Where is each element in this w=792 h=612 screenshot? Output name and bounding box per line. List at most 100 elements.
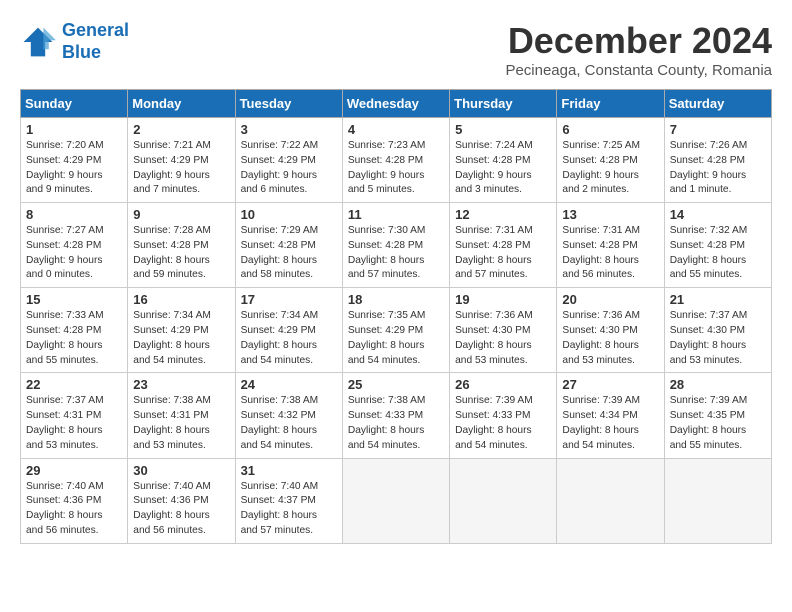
day-number: 21	[670, 292, 766, 307]
day-number: 30	[133, 463, 229, 478]
calendar-week-row: 22 Sunrise: 7:37 AMSunset: 4:31 PMDayligh…	[21, 373, 772, 458]
day-info: Sunrise: 7:35 AMSunset: 4:29 PMDaylight:…	[348, 309, 444, 368]
calendar-day-cell: 28 Sunrise: 7:39 AMSunset: 4:35 PMDayligh…	[664, 373, 771, 458]
calendar-day-cell: 7 Sunrise: 7:26 AMSunset: 4:28 PMDaylight…	[664, 118, 771, 203]
calendar-day-cell: 26Sunrise: 7:39 AMSunset: 4:33 PMDayligh…	[450, 373, 557, 458]
day-number: 31	[241, 463, 337, 478]
day-number: 24	[241, 377, 337, 392]
weekday-header-cell: Saturday	[664, 90, 771, 118]
day-number: 22	[26, 377, 122, 392]
calendar-day-cell: 24 Sunrise: 7:38 AMSunset: 4:32 PMDayligh…	[235, 373, 342, 458]
day-number: 29	[26, 463, 122, 478]
calendar-day-cell: 18 Sunrise: 7:35 AMSunset: 4:29 PMDayligh…	[342, 288, 449, 373]
day-number: 23	[133, 377, 229, 392]
location-subtitle: Pecineaga, Constanta County, Romania	[505, 62, 772, 79]
day-info: Sunrise: 7:38 AMSunset: 4:31 PMDaylight:…	[133, 394, 229, 453]
day-info: Sunrise: 7:25 AMSunset: 4:28 PMDaylight:…	[562, 139, 658, 198]
day-info: Sunrise: 7:20 AMSunset: 4:29 PMDaylight:…	[26, 139, 122, 198]
day-info: Sunrise: 7:28 AMSunset: 4:28 PMDaylight:…	[133, 224, 229, 283]
weekday-header-cell: Wednesday	[342, 90, 449, 118]
calendar-day-cell: 23 Sunrise: 7:38 AMSunset: 4:31 PMDayligh…	[128, 373, 235, 458]
weekday-header-cell: Tuesday	[235, 90, 342, 118]
day-number: 1	[26, 122, 122, 137]
logo-line1: General	[62, 20, 129, 40]
calendar-day-cell: 19 Sunrise: 7:36 AMSunset: 4:30 PMDayligh…	[450, 288, 557, 373]
day-info: Sunrise: 7:31 AMSunset: 4:28 PMDaylight:…	[455, 224, 551, 283]
day-number: 27	[562, 377, 658, 392]
day-number: 3	[241, 122, 337, 137]
weekday-header-cell: Monday	[128, 90, 235, 118]
calendar-day-cell: 15Sunrise: 7:33 AMSunset: 4:28 PMDayligh…	[21, 288, 128, 373]
day-info: Sunrise: 7:22 AMSunset: 4:29 PMDaylight:…	[241, 139, 337, 198]
day-info: Sunrise: 7:34 AMSunset: 4:29 PMDaylight:…	[133, 309, 229, 368]
day-number: 18	[348, 292, 444, 307]
calendar-day-cell: 1 Sunrise: 7:20 AMSunset: 4:29 PMDaylight…	[21, 118, 128, 203]
day-number: 10	[241, 207, 337, 222]
calendar-day-cell: 4 Sunrise: 7:23 AMSunset: 4:28 PMDaylight…	[342, 118, 449, 203]
day-info: Sunrise: 7:40 AMSunset: 4:36 PMDaylight:…	[133, 480, 229, 539]
day-number: 7	[670, 122, 766, 137]
day-number: 28	[670, 377, 766, 392]
day-info: Sunrise: 7:37 AMSunset: 4:31 PMDaylight:…	[26, 394, 122, 453]
calendar-day-cell: 2 Sunrise: 7:21 AMSunset: 4:29 PMDaylight…	[128, 118, 235, 203]
calendar-day-cell: 16Sunrise: 7:34 AMSunset: 4:29 PMDayligh…	[128, 288, 235, 373]
logo-text: General Blue	[62, 20, 129, 63]
day-info: Sunrise: 7:31 AMSunset: 4:28 PMDaylight:…	[562, 224, 658, 283]
day-info: Sunrise: 7:32 AMSunset: 4:28 PMDaylight:…	[670, 224, 766, 283]
day-number: 20	[562, 292, 658, 307]
day-info: Sunrise: 7:40 AMSunset: 4:37 PMDaylight:…	[241, 480, 337, 539]
calendar-day-cell: 21 Sunrise: 7:37 AMSunset: 4:30 PMDayligh…	[664, 288, 771, 373]
day-info: Sunrise: 7:24 AMSunset: 4:28 PMDaylight:…	[455, 139, 551, 198]
page-header: General Blue December 2024 Pecineaga, Co…	[20, 20, 772, 79]
day-number: 11	[348, 207, 444, 222]
day-number: 19	[455, 292, 551, 307]
calendar-week-row: 29 Sunrise: 7:40 AMSunset: 4:36 PMDayligh…	[21, 458, 772, 543]
day-number: 14	[670, 207, 766, 222]
day-info: Sunrise: 7:39 AMSunset: 4:35 PMDaylight:…	[670, 394, 766, 453]
weekday-header-cell: Thursday	[450, 90, 557, 118]
calendar-day-cell: 8Sunrise: 7:27 AMSunset: 4:28 PMDaylight…	[21, 203, 128, 288]
calendar-day-cell: 13Sunrise: 7:31 AMSunset: 4:28 PMDayligh…	[557, 203, 664, 288]
day-number: 5	[455, 122, 551, 137]
calendar-day-cell: 14 Sunrise: 7:32 AMSunset: 4:28 PMDayligh…	[664, 203, 771, 288]
day-info: Sunrise: 7:39 AMSunset: 4:33 PMDaylight:…	[455, 394, 551, 453]
day-info: Sunrise: 7:37 AMSunset: 4:30 PMDaylight:…	[670, 309, 766, 368]
logo: General Blue	[20, 20, 129, 63]
day-number: 17	[241, 292, 337, 307]
calendar-day-cell: 9Sunrise: 7:28 AMSunset: 4:28 PMDaylight…	[128, 203, 235, 288]
title-block: December 2024 Pecineaga, Constanta Count…	[505, 20, 772, 79]
calendar-day-cell: 5 Sunrise: 7:24 AMSunset: 4:28 PMDaylight…	[450, 118, 557, 203]
day-info: Sunrise: 7:38 AMSunset: 4:33 PMDaylight:…	[348, 394, 444, 453]
weekday-header-cell: Friday	[557, 90, 664, 118]
day-number: 8	[26, 207, 122, 222]
day-number: 12	[455, 207, 551, 222]
calendar-day-cell: 11 Sunrise: 7:30 AMSunset: 4:28 PMDayligh…	[342, 203, 449, 288]
calendar-day-cell	[557, 458, 664, 543]
weekday-header-cell: Sunday	[21, 90, 128, 118]
day-number: 25	[348, 377, 444, 392]
calendar-day-cell: 25 Sunrise: 7:38 AMSunset: 4:33 PMDayligh…	[342, 373, 449, 458]
calendar-day-cell: 30 Sunrise: 7:40 AMSunset: 4:36 PMDayligh…	[128, 458, 235, 543]
day-info: Sunrise: 7:33 AMSunset: 4:28 PMDaylight:…	[26, 309, 122, 368]
logo-line2: Blue	[62, 42, 101, 62]
calendar-day-cell: 3 Sunrise: 7:22 AMSunset: 4:29 PMDaylight…	[235, 118, 342, 203]
calendar-day-cell: 22 Sunrise: 7:37 AMSunset: 4:31 PMDayligh…	[21, 373, 128, 458]
day-info: Sunrise: 7:29 AMSunset: 4:28 PMDaylight:…	[241, 224, 337, 283]
day-number: 2	[133, 122, 229, 137]
day-info: Sunrise: 7:23 AMSunset: 4:28 PMDaylight:…	[348, 139, 444, 198]
calendar-table: SundayMondayTuesdayWednesdayThursdayFrid…	[20, 89, 772, 544]
day-info: Sunrise: 7:39 AMSunset: 4:34 PMDaylight:…	[562, 394, 658, 453]
day-info: Sunrise: 7:40 AMSunset: 4:36 PMDaylight:…	[26, 480, 122, 539]
calendar-day-cell: 31 Sunrise: 7:40 AMSunset: 4:37 PMDayligh…	[235, 458, 342, 543]
day-info: Sunrise: 7:34 AMSunset: 4:29 PMDaylight:…	[241, 309, 337, 368]
calendar-day-cell: 29 Sunrise: 7:40 AMSunset: 4:36 PMDayligh…	[21, 458, 128, 543]
day-info: Sunrise: 7:26 AMSunset: 4:28 PMDaylight:…	[670, 139, 766, 198]
day-info: Sunrise: 7:36 AMSunset: 4:30 PMDaylight:…	[455, 309, 551, 368]
day-number: 4	[348, 122, 444, 137]
day-info: Sunrise: 7:38 AMSunset: 4:32 PMDaylight:…	[241, 394, 337, 453]
day-info: Sunrise: 7:21 AMSunset: 4:29 PMDaylight:…	[133, 139, 229, 198]
day-info: Sunrise: 7:30 AMSunset: 4:28 PMDaylight:…	[348, 224, 444, 283]
day-number: 6	[562, 122, 658, 137]
calendar-day-cell	[664, 458, 771, 543]
day-info: Sunrise: 7:36 AMSunset: 4:30 PMDaylight:…	[562, 309, 658, 368]
